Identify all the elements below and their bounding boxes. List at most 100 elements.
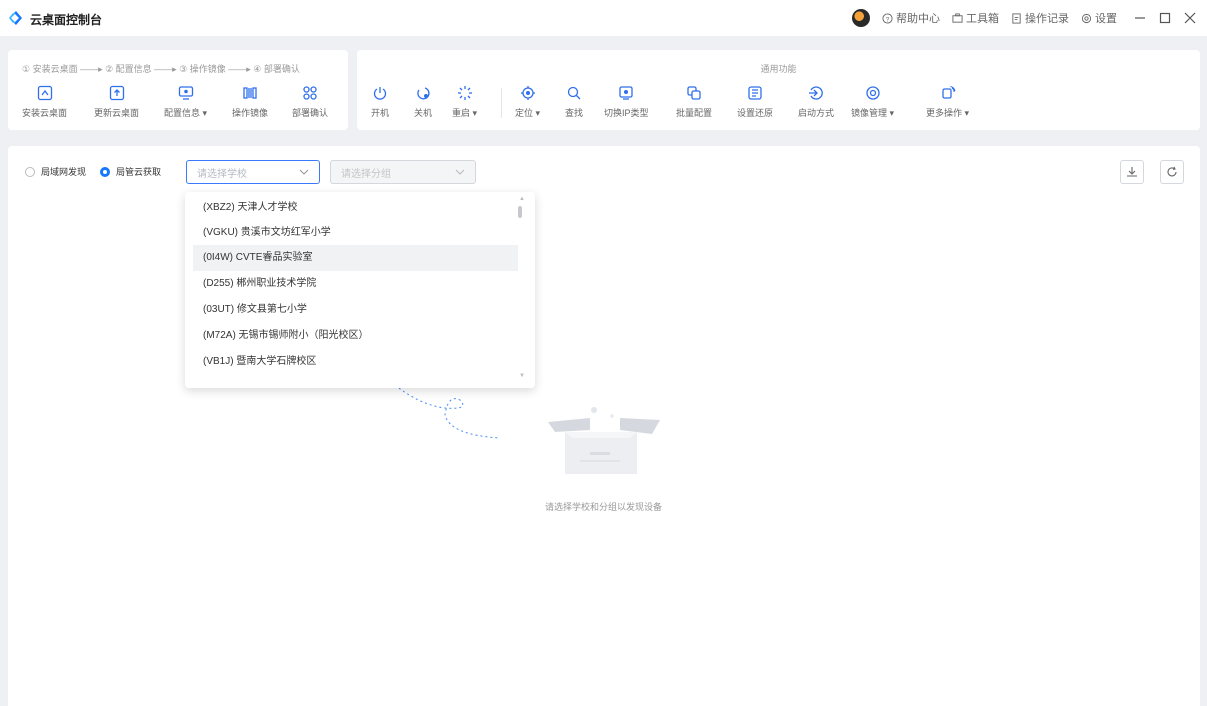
power-off-button[interactable]: 关机	[414, 84, 432, 119]
tool-label: 配置信息 ▾	[164, 108, 208, 118]
avatar[interactable]	[852, 9, 870, 27]
cloud-fetch-radio[interactable]	[100, 166, 111, 177]
minimize-icon	[1135, 17, 1145, 19]
power-icon	[373, 87, 387, 100]
school-option[interactable]: (VB1J) 暨南大学石牌校区	[193, 349, 518, 375]
school-option[interactable]: (03UT) 修文县第七小学	[193, 297, 518, 323]
download-icon	[1127, 167, 1137, 177]
tool-label: 启动方式	[798, 108, 835, 118]
power-on-button[interactable]: 开机	[371, 84, 389, 119]
batch-config-button[interactable]: 批量配置	[676, 84, 712, 119]
more-actions-button[interactable]: 更多操作 ▾	[926, 84, 969, 119]
app-logo-icon	[9, 11, 22, 25]
discovery-mode-group: 局域网发现 局管云获取	[25, 165, 161, 178]
more-actions-icon	[941, 85, 956, 99]
operation-log-link[interactable]: 操作记录	[1011, 10, 1069, 26]
school-select-placeholder: 请选择学校	[197, 168, 247, 180]
image-manage-icon	[865, 86, 880, 100]
help-center-link[interactable]: ? 帮助中心	[882, 10, 940, 26]
deploy-steps: ① 安装云桌面 ——▸ ② 配置信息 ——▸ ③ 操作镜像 ——▸ ④ 部署确认	[22, 64, 300, 74]
scroll-down-arrow[interactable]: ▼	[519, 373, 525, 379]
empty-state-hint: 请选择学校和分组以发现设备	[544, 502, 662, 512]
app-title: 云桌面控制台	[30, 13, 103, 27]
config-info-button[interactable]: 配置信息 ▾	[164, 84, 207, 119]
boot-icon	[809, 86, 823, 100]
school-option[interactable]: (M72A) 无锡市锡师附小（阳光校区）	[193, 323, 518, 349]
ip-switch-icon	[619, 86, 633, 100]
tool-label: 关机	[414, 108, 433, 118]
help-center-label: 帮助中心	[896, 13, 940, 25]
search-button[interactable]: 查找	[565, 84, 583, 119]
tool-label: 更新云桌面	[94, 108, 140, 118]
maximize-icon	[1159, 12, 1171, 24]
tool-label: 开机	[371, 108, 390, 118]
minimize-button[interactable]	[1129, 7, 1151, 29]
locate-button[interactable]: 定位 ▾	[515, 84, 540, 119]
toolbox-icon	[952, 12, 963, 23]
refresh-button[interactable]	[1160, 160, 1184, 184]
switch-ip-type-button[interactable]: 切换IP类型	[604, 84, 649, 119]
search-icon	[567, 86, 581, 100]
school-option[interactable]: (D255) 郴州职业技术学院	[193, 271, 518, 297]
school-option[interactable]: (VGKU) 贵溪市文坊红军小学	[193, 220, 518, 246]
cloud-fetch-label[interactable]: 局管云获取	[116, 165, 161, 178]
maximize-button[interactable]	[1154, 7, 1176, 29]
lan-discovery-label[interactable]: 局域网发现	[41, 165, 86, 178]
tool-label: 镜像管理 ▾	[851, 108, 895, 118]
image-ops-icon	[243, 87, 257, 99]
lan-discovery-radio[interactable]	[25, 166, 35, 177]
install-icon	[37, 85, 52, 101]
update-icon	[109, 85, 124, 101]
restart-button[interactable]: 重启 ▾	[452, 84, 477, 119]
tool-label: 查找	[565, 108, 584, 118]
shutdown-icon	[417, 87, 430, 100]
toolbox-link[interactable]: 工具箱	[952, 10, 999, 26]
toolbox-label: 工具箱	[966, 13, 999, 25]
title-bar: 云桌面控制台 ? 帮助中心 工具箱 操作记录 设置	[0, 0, 1207, 36]
school-option-highlighted[interactable]: (0I4W) CVTE睿品实验室	[193, 245, 518, 271]
tool-label: 设置还原	[737, 108, 774, 118]
download-button[interactable]	[1120, 160, 1144, 184]
settings-link[interactable]: 设置	[1081, 10, 1117, 26]
group-title: 通用功能	[760, 64, 797, 74]
group-select[interactable]: 请选择分组	[330, 160, 476, 184]
tool-label: 定位 ▾	[515, 108, 541, 118]
tool-label: 切换IP类型	[604, 108, 649, 118]
refresh-icon	[1167, 166, 1177, 177]
restore-icon	[748, 86, 762, 100]
school-option[interactable]: (XBZ2) 天津人才学校	[193, 195, 518, 221]
deploy-confirm-button[interactable]: 部署确认	[292, 84, 328, 119]
boot-mode-button[interactable]: 启动方式	[798, 84, 834, 119]
close-icon	[1184, 12, 1196, 24]
batch-config-icon	[687, 86, 701, 100]
update-desktop-button[interactable]: 更新云桌面	[94, 84, 139, 119]
settings-label: 设置	[1095, 13, 1117, 25]
chevron-down-icon	[455, 169, 465, 175]
help-icon: ?	[882, 12, 893, 24]
settings-restore-button[interactable]: 设置还原	[737, 84, 773, 119]
school-select[interactable]: 请选择学校	[186, 160, 320, 184]
tool-label: 安装云桌面	[22, 108, 68, 118]
toolbar-divider	[501, 88, 502, 118]
group-select-placeholder: 请选择分组	[341, 168, 391, 180]
install-desktop-button[interactable]: 安装云桌面	[22, 84, 67, 119]
empty-state-illustration	[394, 384, 660, 474]
scroll-up-arrow[interactable]: ▲	[519, 196, 525, 202]
log-icon	[1012, 12, 1021, 24]
monitor-icon	[178, 86, 193, 100]
tool-label: 部署确认	[292, 108, 329, 118]
tool-label: 批量配置	[676, 108, 713, 118]
restart-icon	[457, 86, 472, 100]
dropdown-scrollbar[interactable]	[518, 206, 522, 218]
operate-image-button[interactable]: 操作镜像	[232, 84, 268, 119]
tool-label: 更多操作 ▾	[926, 108, 970, 118]
chevron-down-icon	[299, 169, 309, 175]
tool-label: 操作镜像	[232, 108, 269, 118]
image-manage-button[interactable]: 镜像管理 ▾	[851, 84, 894, 119]
close-button[interactable]	[1179, 7, 1201, 29]
tool-label: 重启 ▾	[452, 108, 478, 118]
deploy-icon	[303, 86, 317, 100]
svg-text:?: ?	[886, 16, 890, 23]
locate-icon	[520, 86, 535, 100]
operation-log-label: 操作记录	[1025, 13, 1069, 25]
